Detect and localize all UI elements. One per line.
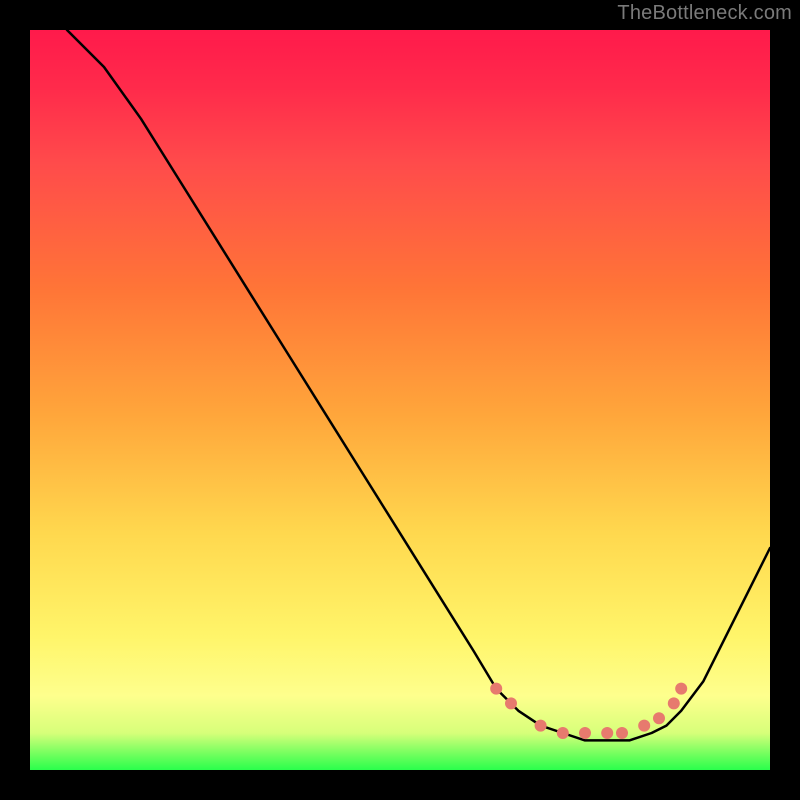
plot-area [30,30,770,770]
optimal-dot [557,727,569,739]
optimal-dot [505,697,517,709]
bottleneck-curve-line [67,30,770,740]
optimal-dot [535,720,547,732]
curve-svg [30,30,770,770]
optimal-dot [579,727,591,739]
optimal-dot [675,683,687,695]
optimal-dot [638,720,650,732]
watermark-text: TheBottleneck.com [617,2,792,25]
optimal-dot [653,712,665,724]
optimal-dot [601,727,613,739]
chart-container: TheBottleneck.com [0,0,800,800]
optimal-dot [490,683,502,695]
optimal-dot [616,727,628,739]
optimal-dot [668,697,680,709]
